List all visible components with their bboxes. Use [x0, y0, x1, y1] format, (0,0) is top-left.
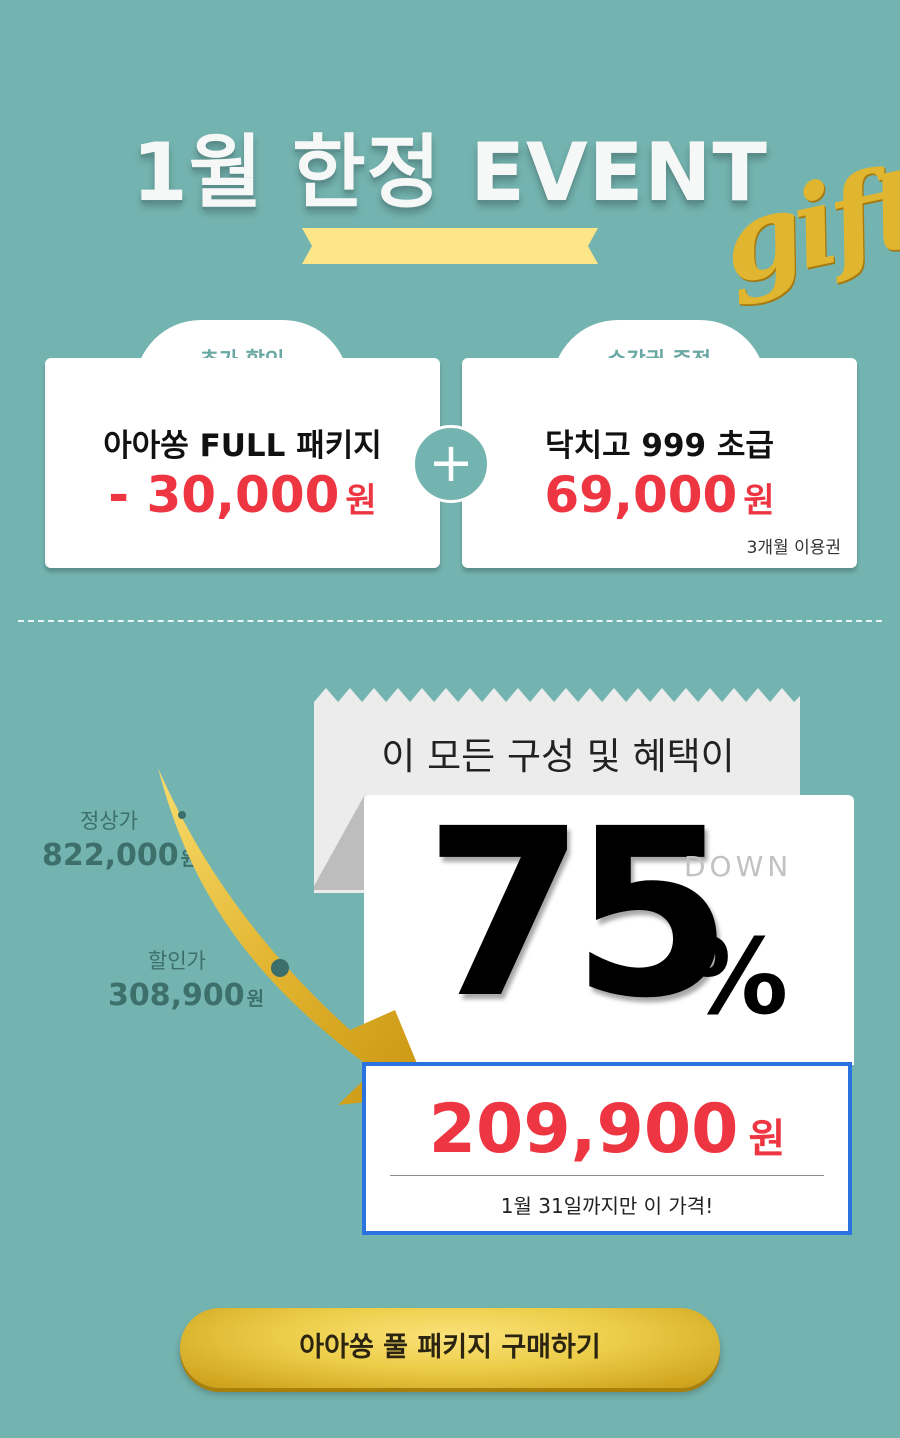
final-price-unit: 원 — [748, 1116, 786, 1162]
price-separator — [390, 1175, 824, 1176]
offer-note: 3개월 이용권 — [746, 538, 841, 558]
buy-package-button[interactable]: 아아쏭 풀 패키지 구매하기 — [180, 1308, 720, 1388]
percent-sign: % — [684, 916, 789, 1038]
down-label: DOWN — [684, 850, 793, 883]
offer-price-value: 69,000 — [544, 466, 738, 524]
final-price-box: 209,900 원 1월 31일까지만 이 가격! — [362, 1062, 852, 1235]
plus-symbol: + — [428, 431, 474, 494]
plus-icon: + — [412, 425, 490, 503]
final-price-value: 209,900 — [428, 1090, 739, 1169]
regular-price-label: 정상가 — [80, 809, 138, 833]
discount-percent: 75 — [424, 779, 733, 1049]
offer-name: 아아쏭 FULL 패키지 — [103, 428, 382, 464]
offer-price-unit: 원 — [345, 481, 377, 521]
deadline-text: 1월 31일까지만 이 가격! — [500, 1194, 714, 1218]
offer-price: - 30,000 원 — [45, 466, 440, 524]
title-ribbon — [302, 228, 598, 264]
final-price: 209,900 원 — [366, 1090, 848, 1169]
offer-card-discount: 아아쏭 FULL 패키지 - 30,000 원 — [45, 358, 440, 568]
offer-price-unit: 원 — [743, 481, 775, 521]
offer-price-value: - 30,000 — [108, 466, 340, 524]
section-divider — [18, 620, 882, 622]
offer-card-gift: 닥치고 999 초급 69,000 원 3개월 이용권 — [462, 358, 857, 568]
offer-name: 닥치고 999 초급 — [545, 428, 774, 464]
offer-price: 69,000 원 — [462, 466, 857, 524]
